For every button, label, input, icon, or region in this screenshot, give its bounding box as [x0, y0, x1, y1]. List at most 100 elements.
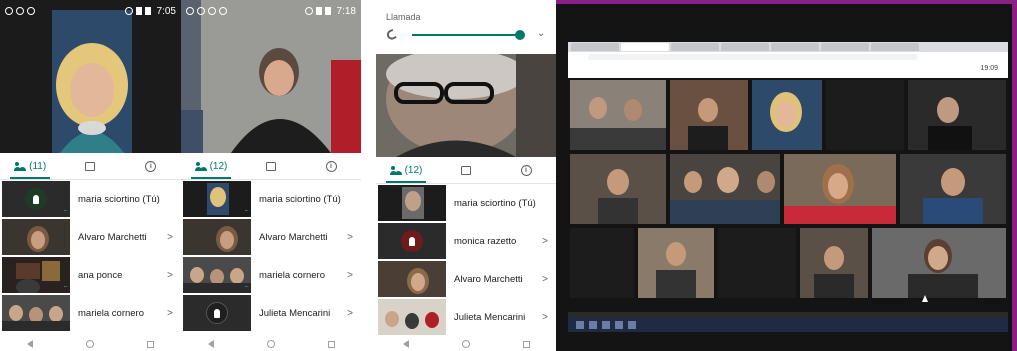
back-icon[interactable]	[26, 340, 33, 348]
participant-thumbnail	[378, 185, 446, 221]
main-video-b	[181, 0, 361, 153]
back-icon[interactable]	[402, 340, 409, 348]
participant-row[interactable]: Julieta Mencarini >	[376, 298, 556, 336]
browser-tab[interactable]	[671, 43, 719, 51]
volume-slider-track[interactable]	[412, 34, 520, 36]
participant-name: ana ponce	[78, 269, 123, 281]
participant-row[interactable]: ... ana ponce >	[0, 256, 181, 294]
tab-participants[interactable]: (11)	[0, 153, 60, 179]
participant-row[interactable]: Alvaro Marchetti >	[0, 218, 181, 256]
speaking-indicator: ...	[63, 280, 68, 289]
participant-row[interactable]: maria sciortino (Tú)	[376, 184, 556, 222]
status-bar: 7:18	[181, 0, 361, 22]
home-icon[interactable]	[461, 340, 470, 348]
home-icon[interactable]	[85, 340, 94, 348]
participant-row[interactable]: ... maria sciortino (Tú)	[0, 180, 181, 218]
recents-icon[interactable]	[327, 340, 335, 348]
taskbar-app-icon[interactable]	[628, 321, 636, 329]
participant-thumbnail	[2, 295, 70, 331]
phone-screenshot-c: Llamada ⌄ (12) i maria sciortino (Tú) mo…	[376, 0, 556, 351]
participant-thumbnail	[378, 299, 446, 335]
info-icon: i	[520, 164, 532, 176]
mic-icon	[401, 230, 423, 252]
call-title: Llamada	[386, 12, 421, 22]
chevron-right-icon: >	[167, 307, 173, 319]
laptop-photo: 19:09	[556, 0, 1017, 351]
participant-name: maria sciortino (Tú)	[454, 197, 536, 209]
status-time: 7:05	[156, 5, 176, 17]
participants-count: (12)	[209, 160, 228, 172]
mouse-cursor-icon	[922, 295, 928, 302]
chat-icon	[85, 161, 96, 171]
participant-name: Julieta Mencarini	[259, 307, 331, 319]
tab-chat[interactable]	[241, 153, 301, 179]
participant-name: maria sciortino (Tú)	[78, 193, 160, 205]
participant-list: maria sciortino (Tú) monica razetto > Al…	[376, 184, 556, 336]
participant-name: mariela cornero	[259, 269, 325, 281]
whatsapp-icon	[5, 7, 13, 15]
taskbar-app-icon[interactable]	[615, 321, 623, 329]
chevron-right-icon: >	[542, 273, 548, 285]
participant-row[interactable]: Julieta Mencarini >	[181, 294, 361, 332]
tab-info[interactable]: i	[121, 153, 181, 179]
alarm-icon	[304, 7, 313, 15]
info-icon: i	[145, 160, 157, 172]
recents-icon[interactable]	[522, 340, 530, 348]
main-video-a	[0, 0, 181, 153]
recents-icon[interactable]	[147, 340, 155, 348]
meet-clock: 19:09	[980, 65, 998, 72]
alarm-icon	[124, 7, 133, 15]
participant-thumbnail: ...	[2, 181, 70, 217]
android-nav-bar	[181, 337, 361, 351]
chevron-right-icon: >	[167, 231, 173, 243]
volume-slider-handle[interactable]	[515, 30, 525, 40]
tab-info[interactable]: i	[496, 157, 556, 183]
tab-info[interactable]: i	[301, 153, 361, 179]
browser-tab[interactable]	[571, 43, 619, 51]
participant-row[interactable]: ... mariela cornero >	[181, 256, 361, 294]
chevron-right-icon: >	[542, 311, 548, 323]
video-grid	[568, 78, 1008, 312]
participant-thumbnail: ...	[183, 181, 251, 217]
participant-name: Alvaro Marchetti	[259, 231, 328, 243]
back-icon[interactable]	[207, 340, 214, 348]
phone-icon	[385, 28, 397, 42]
address-bar[interactable]	[568, 52, 1008, 62]
start-icon[interactable]	[576, 321, 584, 329]
people-icon	[14, 161, 26, 171]
chat-icon	[266, 161, 276, 171]
speaking-indicator: ...	[244, 204, 249, 213]
participant-thumbnail: ...	[2, 257, 70, 293]
browser-tab[interactable]	[621, 43, 669, 51]
meet-tabs: (12) i	[376, 157, 556, 184]
mic-icon	[25, 188, 47, 210]
windows-taskbar	[568, 318, 1008, 332]
chevron-right-icon: >	[347, 231, 353, 243]
tab-chat[interactable]	[60, 153, 120, 179]
participant-row[interactable]: monica razetto >	[376, 222, 556, 260]
participant-row[interactable]: ... maria sciortino (Tú)	[181, 180, 361, 218]
chevron-right-icon: >	[167, 269, 173, 281]
browser-tab[interactable]	[721, 43, 769, 51]
taskbar-app-icon[interactable]	[602, 321, 610, 329]
participant-row[interactable]: Alvaro Marchetti >	[181, 218, 361, 256]
browser-tab[interactable]	[821, 43, 869, 51]
browser-tab-strip	[568, 42, 1008, 52]
home-icon[interactable]	[266, 340, 275, 348]
tab-participants[interactable]: (12)	[376, 157, 436, 183]
participant-row[interactable]: Alvaro Marchetti >	[376, 260, 556, 298]
people-icon	[389, 165, 402, 175]
meet-tabs: (11) i	[0, 153, 181, 180]
chevron-down-icon[interactable]: ⌄	[537, 28, 545, 39]
participant-row[interactable]: mariela cornero >	[0, 294, 181, 332]
main-video-c	[376, 54, 556, 157]
participant-thumbnail	[183, 295, 251, 331]
browser-tab[interactable]	[771, 43, 819, 51]
browser-tab[interactable]	[871, 43, 919, 51]
speaking-indicator: ...	[244, 280, 249, 289]
tab-chat[interactable]	[436, 157, 496, 183]
taskbar-app-icon[interactable]	[589, 321, 597, 329]
tab-participants[interactable]: (12)	[181, 153, 241, 179]
laptop-screen: 19:09	[568, 42, 1008, 332]
chevron-right-icon: >	[347, 307, 353, 319]
